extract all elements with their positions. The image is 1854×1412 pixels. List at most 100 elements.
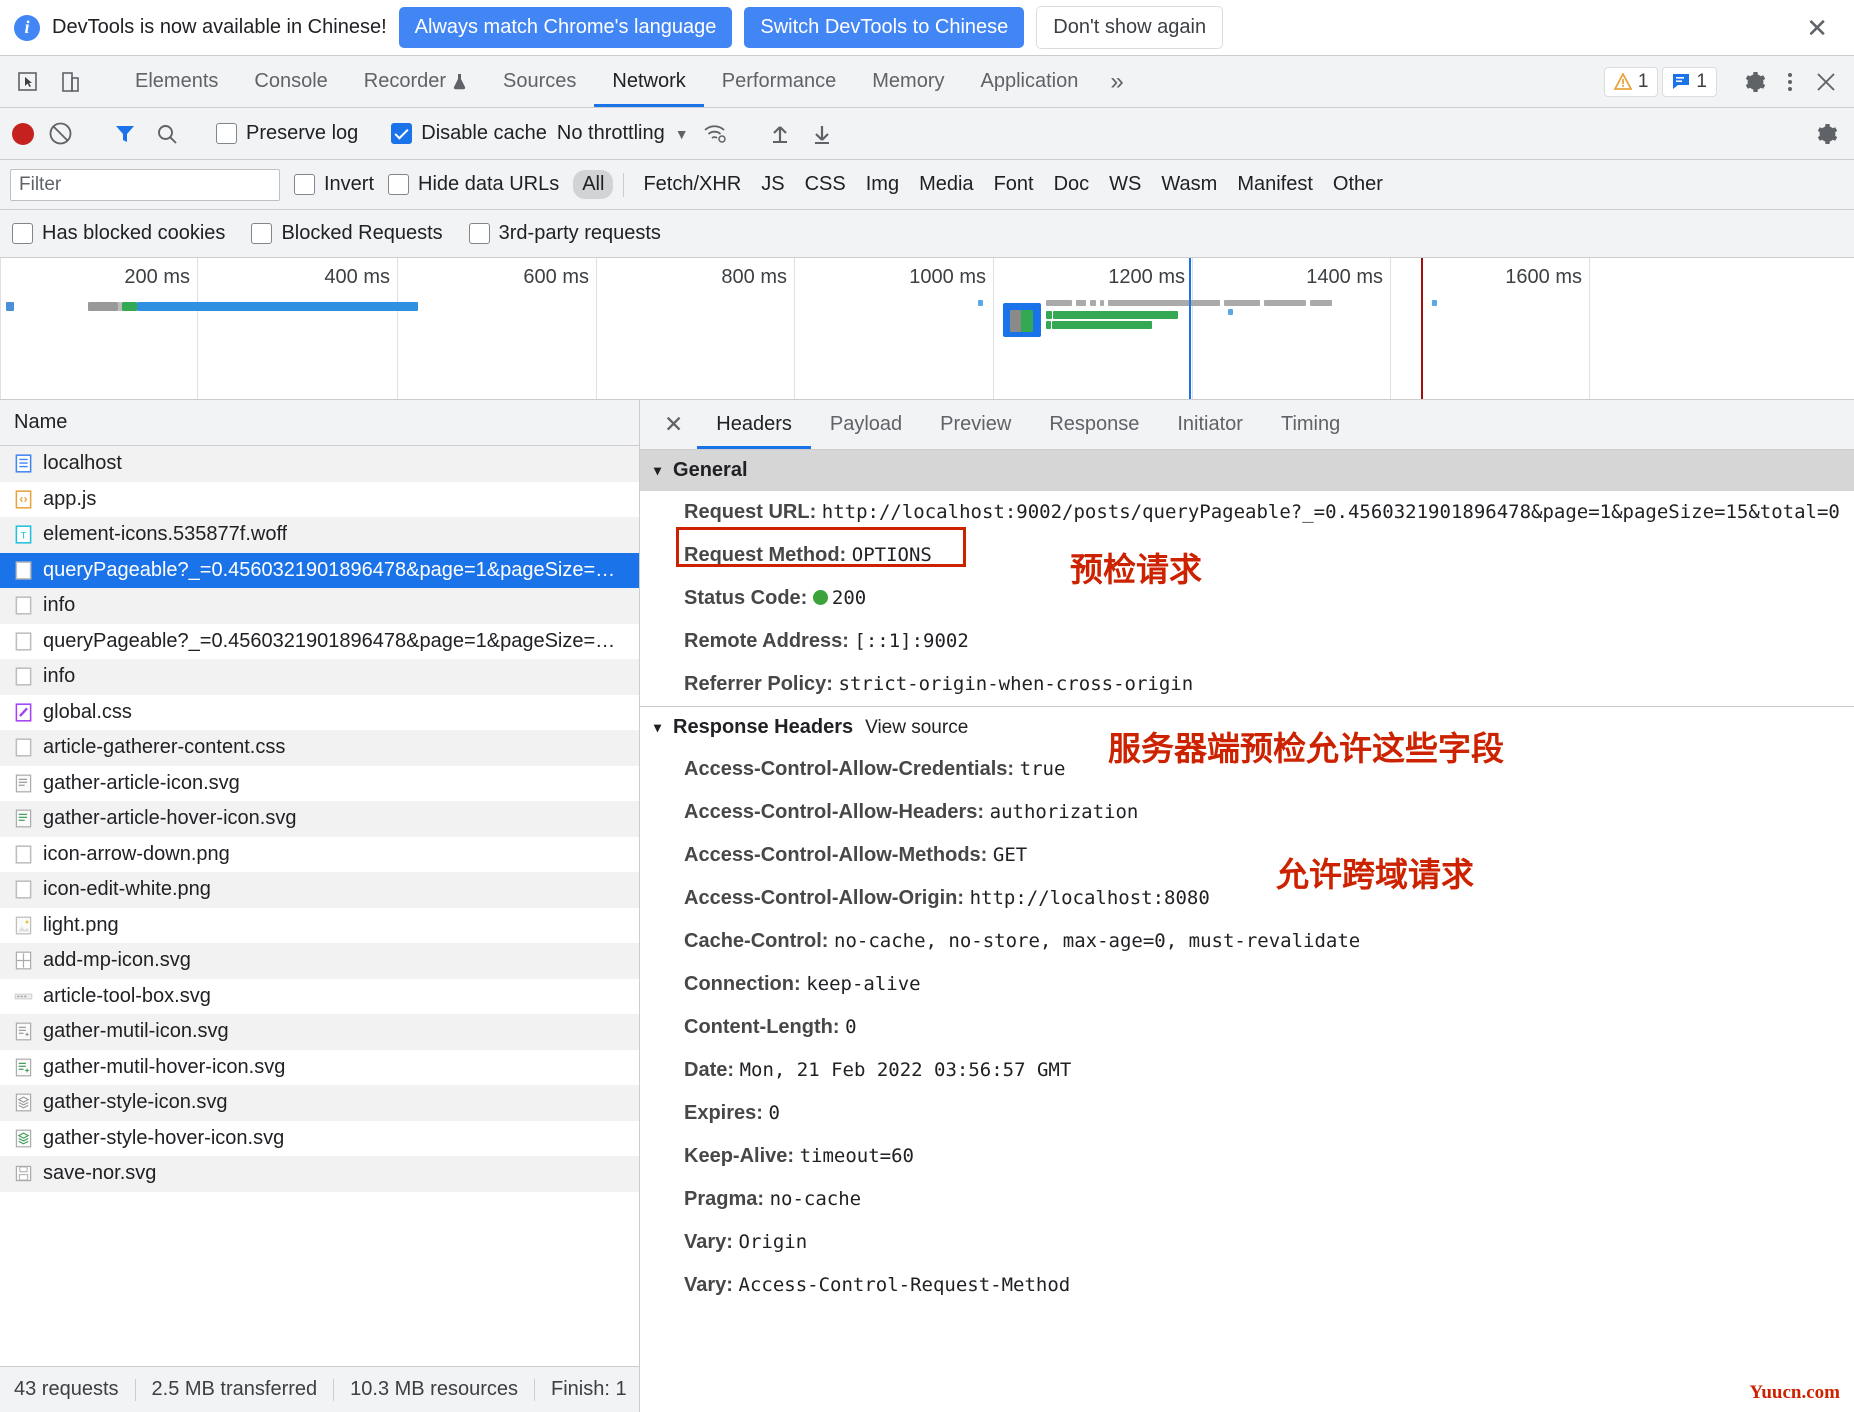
warning-count-badge[interactable]: 1 [1603,66,1659,97]
filter-icon[interactable] [109,118,141,150]
invert-checkbox[interactable]: Invert [294,173,374,196]
tab-console[interactable]: Console [236,56,345,107]
message-count-badge[interactable]: 1 [1662,66,1717,97]
filter-type-js[interactable]: JS [752,170,793,199]
tab-network[interactable]: Network [594,56,705,107]
filter-input[interactable] [10,168,280,201]
request-row-font[interactable]: T element-icons.535877f.woff [0,517,639,553]
header-value: Origin [738,1231,808,1253]
network-overview-timeline[interactable]: 200 ms 400 ms 600 ms 800 ms 1000 ms 1200… [0,258,1854,400]
request-row-gather-article-hover-icon[interactable]: gather-article-hover-icon.svg [0,801,639,837]
more-options-icon[interactable] [1774,66,1806,98]
request-name: element-icons.535877f.woff [43,523,288,546]
header-name: Vary: [684,1274,733,1296]
request-row-appjs[interactable]: app.js [0,482,639,518]
filter-type-doc[interactable]: Doc [1045,170,1099,199]
request-row-localhost[interactable]: localhost [0,446,639,482]
record-button[interactable] [12,122,34,145]
throttling-dropdown[interactable]: No throttling ▼ [557,122,689,145]
tab-application[interactable]: Application [963,56,1097,107]
switch-to-chinese-button[interactable]: Switch DevTools to Chinese [744,7,1025,48]
export-har-icon[interactable] [806,118,838,150]
hide-data-urls-checkbox[interactable]: Hide data URLs [388,173,559,196]
tab-memory[interactable]: Memory [854,56,962,107]
filter-type-img[interactable]: Img [857,170,908,199]
request-row-article-gatherer-css[interactable]: article-gatherer-content.css [0,730,639,766]
response-headers-section-header[interactable]: ▾ Response Headers View source [640,707,1854,748]
filter-type-css[interactable]: CSS [796,170,855,199]
header-value: true [1019,758,1066,780]
clear-icon[interactable] [44,118,76,150]
blocked-requests-checkbox[interactable]: Blocked Requests [251,222,443,245]
device-toolbar-icon[interactable] [54,66,86,98]
filter-type-ws[interactable]: WS [1100,170,1150,199]
disable-cache-checkbox[interactable]: Disable cache [391,122,547,145]
filter-type-all[interactable]: All [573,170,614,199]
filter-type-manifest[interactable]: Manifest [1228,170,1322,199]
preserve-log-checkbox[interactable]: Preserve log [216,122,358,145]
request-row-article-tool-box[interactable]: article-tool-box.svg [0,979,639,1015]
tab-recorder[interactable]: Recorder [346,56,485,107]
overview-tick-label: 200 ms [124,266,190,288]
dont-show-again-button[interactable]: Don't show again [1036,6,1224,49]
filter-type-wasm[interactable]: Wasm [1152,170,1226,199]
headers-content[interactable]: ▾ General Request URL: http://localhost:… [640,450,1854,1412]
import-har-icon[interactable] [764,118,796,150]
search-icon[interactable] [151,118,183,150]
network-settings-gear-icon[interactable] [1810,118,1842,150]
request-row-querypageable-selected[interactable]: queryPageable?_=0.4560321901896478&page=… [0,552,639,588]
close-devtools-icon[interactable] [1810,66,1842,98]
message-icon [1673,74,1690,89]
third-party-requests-checkbox[interactable]: 3rd-party requests [468,222,661,245]
filter-options-row: Has blocked cookies Blocked Requests 3rd… [0,210,1854,258]
request-row-gather-article-icon[interactable]: gather-article-icon.svg [0,766,639,802]
request-list-header[interactable]: Name [0,400,639,446]
view-source-link[interactable]: View source [865,717,968,739]
request-row-gather-style-icon[interactable]: gather-style-icon.svg [0,1085,639,1121]
request-row-info-2[interactable]: info [0,659,639,695]
network-conditions-icon[interactable] [699,118,731,150]
detail-tab-preview[interactable]: Preview [921,400,1030,449]
always-match-language-button[interactable]: Always match Chrome's language [398,7,733,48]
filter-type-fetchxhr[interactable]: Fetch/XHR [634,170,750,199]
request-row-icon-edit-white[interactable]: icon-edit-white.png [0,872,639,908]
tab-label: Performance [721,70,837,92]
request-name: gather-mutil-icon.svg [43,1020,229,1043]
filter-type-media[interactable]: Media [910,170,982,199]
detail-tab-timing[interactable]: Timing [1262,400,1359,449]
detail-tab-headers[interactable]: Headers [697,400,811,449]
request-row-gather-mutil-hover-icon[interactable]: gather-mutil-hover-icon.svg [0,1050,639,1086]
detail-tab-payload[interactable]: Payload [811,400,921,449]
filter-type-other[interactable]: Other [1324,170,1392,199]
tab-sources[interactable]: Sources [485,56,594,107]
overview-bar [978,300,983,306]
request-row-gather-style-hover-icon[interactable]: gather-style-hover-icon.svg [0,1121,639,1157]
close-icon[interactable]: ✕ [1806,15,1828,41]
filter-type-font[interactable]: Font [985,170,1043,199]
inspect-element-icon[interactable] [12,66,44,98]
more-tabs-icon[interactable]: » [1096,56,1137,107]
request-row-add-mp-icon[interactable]: add-mp-icon.svg [0,943,639,979]
detail-tab-response[interactable]: Response [1030,400,1158,449]
request-row-lightpng[interactable]: light.png [0,908,639,944]
header-row-acam: Access-Control-Allow-Methods: GET [640,834,1854,877]
request-row-globalcss[interactable]: global.css [0,695,639,731]
request-row-gather-mutil-icon[interactable]: gather-mutil-icon.svg [0,1014,639,1050]
general-section-header[interactable]: ▾ General [640,450,1854,491]
disable-cache-label: Disable cache [421,122,547,144]
close-detail-icon[interactable]: ✕ [650,400,697,449]
gear-icon[interactable] [1738,66,1770,98]
tab-elements[interactable]: Elements [117,56,236,107]
request-row-querypageable-2[interactable]: queryPageable?_=0.4560321901896478&page=… [0,624,639,660]
request-row-save-nor[interactable]: save-nor.svg [0,1156,639,1192]
request-list-body[interactable]: localhost app.js T element-icons.535877f… [0,446,639,1366]
column-header-name: Name [14,411,68,433]
request-row-icon-arrow-down[interactable]: icon-arrow-down.png [0,837,639,873]
detail-tab-initiator[interactable]: Initiator [1158,400,1262,449]
header-value: 0 [768,1102,780,1124]
header-value: 0 [845,1016,857,1038]
request-name: add-mp-icon.svg [43,949,191,972]
tab-performance[interactable]: Performance [704,56,855,107]
has-blocked-cookies-checkbox[interactable]: Has blocked cookies [12,222,225,245]
request-row-info[interactable]: info [0,588,639,624]
